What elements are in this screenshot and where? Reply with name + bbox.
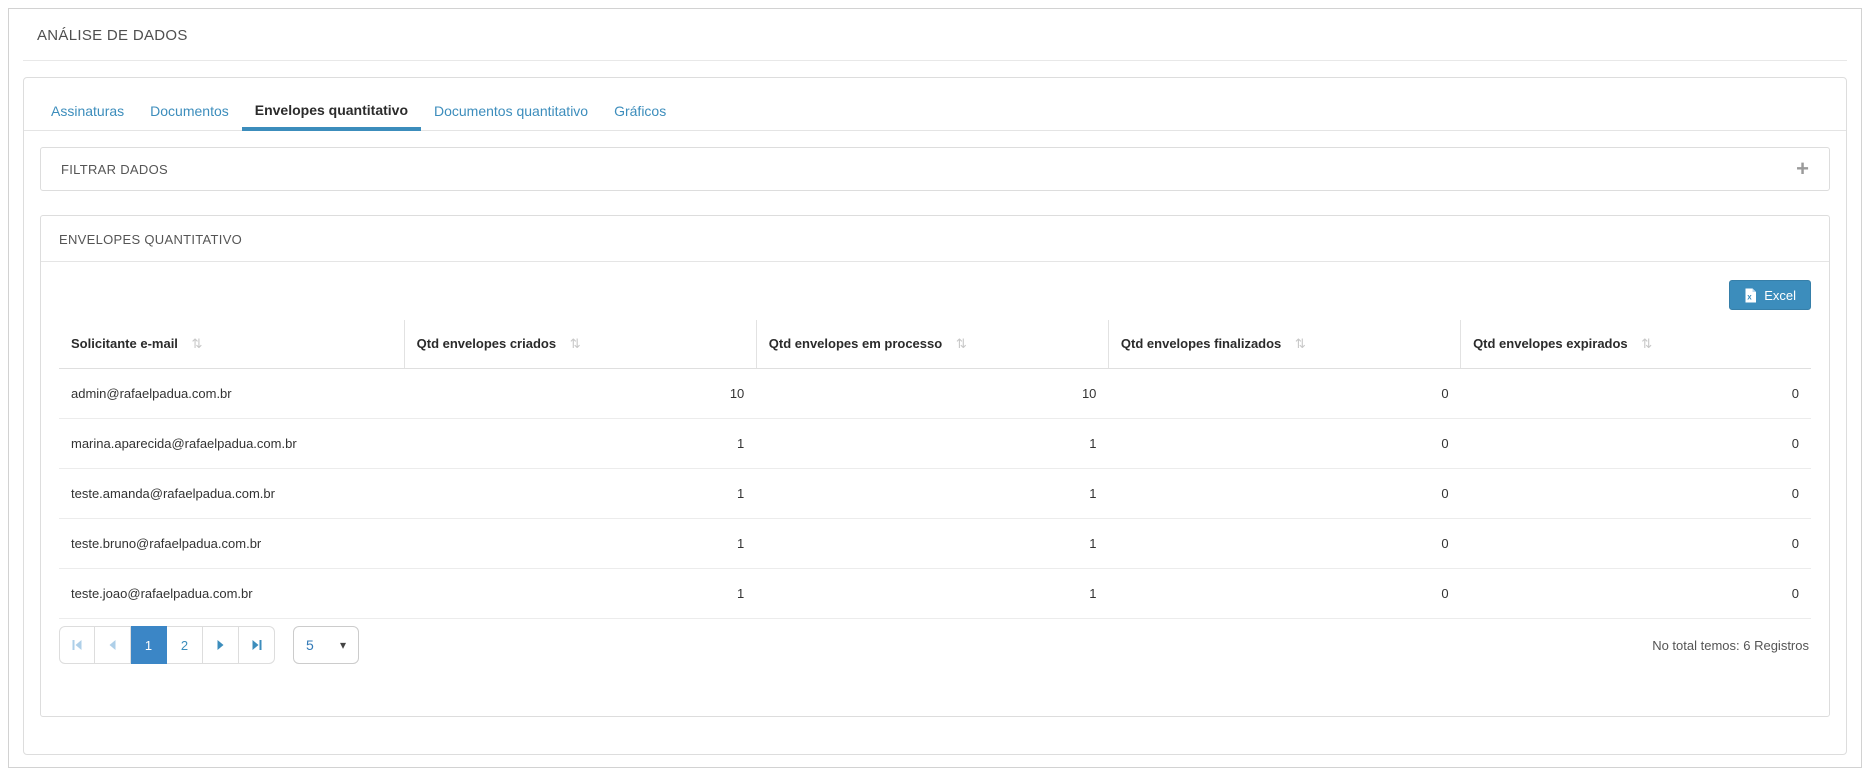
cell-em-processo: 1 — [756, 469, 1108, 519]
cell-criados: 1 — [404, 419, 756, 469]
cell-criados: 1 — [404, 519, 756, 569]
cell-em-processo: 1 — [756, 419, 1108, 469]
tab-documentos[interactable]: Documentos — [137, 93, 242, 131]
cell-email: admin@rafaelpadua.com.br — [59, 369, 404, 419]
cell-em-processo: 1 — [756, 569, 1108, 619]
envelopes-table: Solicitante e-mail ⇅ Qtd envelopes criad… — [59, 320, 1811, 619]
total-records-label: No total temos: 6 Registros — [1652, 638, 1811, 653]
cell-criados: 1 — [404, 569, 756, 619]
expand-plus-icon[interactable]: + — [1796, 158, 1809, 180]
sort-icon[interactable]: ⇅ — [570, 336, 581, 351]
last-page-icon — [251, 639, 263, 651]
cell-em-processo: 1 — [756, 519, 1108, 569]
table-toolbar: x Excel — [59, 280, 1811, 310]
cell-finalizados: 0 — [1108, 369, 1460, 419]
pagination-bar: 1 2 — [59, 626, 1811, 664]
table-row: teste.joao@rafaelpadua.com.br 1 1 0 0 — [59, 569, 1811, 619]
prev-page-button[interactable] — [95, 626, 131, 664]
cell-criados: 10 — [404, 369, 756, 419]
envelopes-panel-content: x Excel Solicitante e-mail ⇅ — [41, 262, 1829, 680]
table-row: admin@rafaelpadua.com.br 10 10 0 0 — [59, 369, 1811, 419]
envelopes-panel-title: ENVELOPES QUANTITATIVO — [41, 216, 1829, 262]
table-header-row: Solicitante e-mail ⇅ Qtd envelopes criad… — [59, 320, 1811, 369]
cell-expirados: 0 — [1461, 519, 1811, 569]
page-size-value: 5 — [306, 637, 314, 653]
sort-icon[interactable]: ⇅ — [1295, 336, 1306, 351]
table-row: teste.amanda@rafaelpadua.com.br 1 1 0 0 — [59, 469, 1811, 519]
tab-panel: Assinaturas Documentos Envelopes quantit… — [23, 77, 1847, 755]
page-size-select[interactable]: 5 ▾ — [293, 626, 359, 664]
sort-icon[interactable]: ⇅ — [956, 336, 967, 351]
cell-expirados: 0 — [1461, 419, 1811, 469]
page-1-button[interactable]: 1 — [131, 626, 167, 664]
sort-icon[interactable]: ⇅ — [1641, 336, 1652, 351]
next-page-button[interactable] — [203, 626, 239, 664]
tab-graficos[interactable]: Gráficos — [601, 93, 679, 131]
page-title: ANÁLISE DE DADOS — [9, 9, 1861, 60]
title-divider — [23, 60, 1847, 61]
next-page-icon — [216, 639, 225, 651]
cell-em-processo: 10 — [756, 369, 1108, 419]
filter-panel-title: FILTRAR DADOS — [61, 162, 168, 177]
tab-envelopes-quantitativo[interactable]: Envelopes quantitativo — [242, 92, 421, 131]
column-header-criados[interactable]: Qtd envelopes criados ⇅ — [404, 320, 756, 369]
svg-text:x: x — [1747, 292, 1752, 301]
excel-file-icon: x — [1744, 288, 1757, 303]
column-header-finalizados[interactable]: Qtd envelopes finalizados ⇅ — [1108, 320, 1460, 369]
cell-email: teste.bruno@rafaelpadua.com.br — [59, 519, 404, 569]
column-header-solicitante[interactable]: Solicitante e-mail ⇅ — [59, 320, 404, 369]
analysis-card: ANÁLISE DE DADOS Assinaturas Documentos … — [8, 8, 1862, 768]
cell-finalizados: 0 — [1108, 569, 1460, 619]
cell-expirados: 0 — [1461, 369, 1811, 419]
cell-expirados: 0 — [1461, 469, 1811, 519]
tab-bar: Assinaturas Documentos Envelopes quantit… — [24, 78, 1846, 131]
cell-finalizados: 0 — [1108, 419, 1460, 469]
sort-icon[interactable]: ⇅ — [192, 336, 203, 351]
envelopes-panel: ENVELOPES QUANTITATIVO x Excel — [40, 215, 1830, 717]
pagination-buttons: 1 2 — [59, 626, 275, 664]
prev-page-icon — [108, 639, 117, 651]
cell-criados: 1 — [404, 469, 756, 519]
table-row: teste.bruno@rafaelpadua.com.br 1 1 0 0 — [59, 519, 1811, 569]
cell-email: teste.amanda@rafaelpadua.com.br — [59, 469, 404, 519]
page-2-button[interactable]: 2 — [167, 626, 203, 664]
tab-documentos-quantitativo[interactable]: Documentos quantitativo — [421, 93, 601, 131]
cell-expirados: 0 — [1461, 569, 1811, 619]
cell-email: marina.aparecida@rafaelpadua.com.br — [59, 419, 404, 469]
excel-export-button[interactable]: x Excel — [1729, 280, 1811, 310]
excel-button-label: Excel — [1764, 288, 1796, 303]
cell-email: teste.joao@rafaelpadua.com.br — [59, 569, 404, 619]
tab-assinaturas[interactable]: Assinaturas — [38, 93, 137, 131]
last-page-button[interactable] — [239, 626, 275, 664]
filter-panel-header[interactable]: FILTRAR DADOS + — [40, 147, 1830, 191]
first-page-button[interactable] — [59, 626, 95, 664]
cell-finalizados: 0 — [1108, 519, 1460, 569]
column-header-em-processo[interactable]: Qtd envelopes em processo ⇅ — [756, 320, 1108, 369]
chevron-down-icon: ▾ — [340, 638, 346, 652]
column-header-expirados[interactable]: Qtd envelopes expirados ⇅ — [1461, 320, 1811, 369]
first-page-icon — [71, 639, 83, 651]
table-row: marina.aparecida@rafaelpadua.com.br 1 1 … — [59, 419, 1811, 469]
cell-finalizados: 0 — [1108, 469, 1460, 519]
